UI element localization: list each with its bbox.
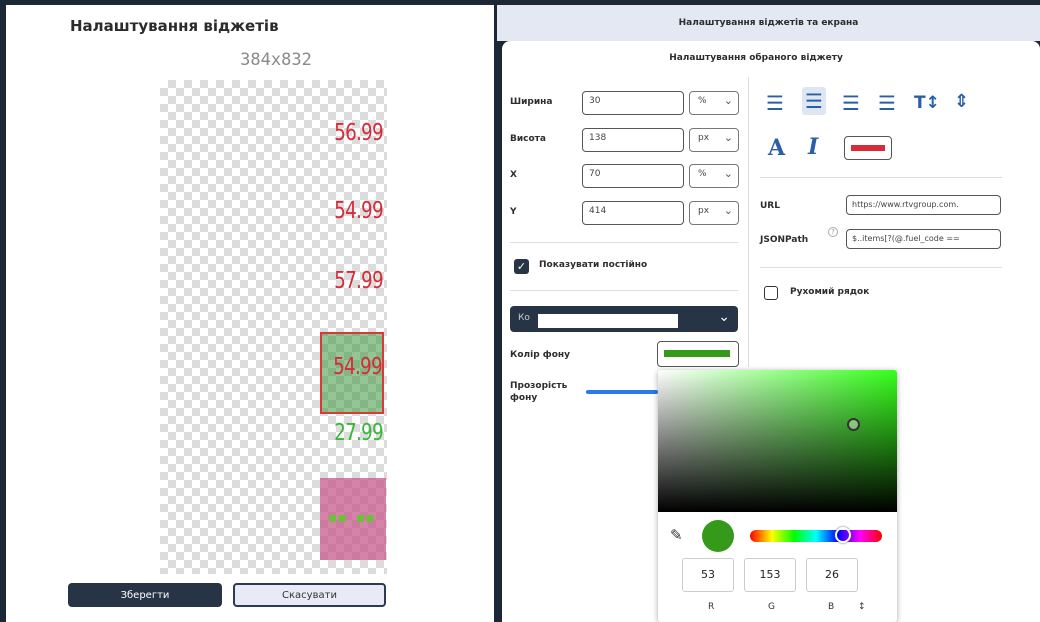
selected-widget[interactable]: 54.99 [320,332,384,414]
page-title: Налаштування віджетів [70,17,279,35]
show-always-label: Показувати постійно [539,260,648,270]
divider [760,267,1002,268]
price-widget-1[interactable]: 56.99 [334,120,383,146]
pink-widget[interactable]: ▪▪ ▪▪ [320,478,386,560]
widget-type-select[interactable]: Ко ⌄ [510,306,738,332]
y-input[interactable]: 414 [582,201,684,225]
save-button[interactable]: Зберегти [68,583,222,607]
cancel-button[interactable]: Скасувати [233,583,386,607]
red-label: R [708,602,715,612]
color-picker: ✎ 53 153 26 R G B ↕ [658,370,897,622]
divider [510,290,738,291]
chevron-down-icon: ⌄ [718,309,730,325]
vertical-align-icon[interactable]: ⇕ [954,91,969,112]
align-left-icon[interactable]: ☰ [766,91,784,115]
font-size-icon[interactable]: T↕ [914,93,940,113]
preview-canvas[interactable]: 56.99 54.99 57.99 54.99 27.99 ▪▪ ▪▪ [160,80,387,574]
text-color-button[interactable] [844,136,892,160]
right-panel-header: Налаштування віджетів та екрана [497,5,1040,41]
height-label: Висота [510,134,546,144]
green-label: G [768,602,775,612]
widget-glyph: ▪▪ [328,510,347,526]
ticker-checkbox[interactable] [764,286,778,300]
widget-settings-panel: Налаштування віджетів 384x832 56.99 54.9… [6,5,494,622]
url-input[interactable]: https://www.rtvgroup.com. [846,195,1001,215]
width-unit-select[interactable]: % [689,91,739,115]
align-right-icon[interactable]: ☰ [842,91,860,115]
redaction-mask [538,314,678,328]
italic-icon[interactable]: I [808,134,818,160]
price-widget-3[interactable]: 57.99 [334,268,383,294]
text-color-swatch [851,145,885,151]
saturation-cursor[interactable] [847,418,860,431]
x-unit-select[interactable]: % [689,164,739,188]
y-unit-select[interactable]: px [689,201,739,225]
hue-slider[interactable] [750,530,882,542]
bg-color-label: Колір фону [510,350,570,360]
blue-input[interactable]: 26 [806,558,858,592]
jsonpath-input[interactable]: $..items[?(@.fuel_code == [846,229,1001,249]
x-input[interactable]: 70 [582,164,684,188]
jsonpath-label: JSONPath [760,235,809,245]
widget-type-value: Ко [518,313,530,323]
bg-color-button[interactable] [657,341,739,367]
green-input[interactable]: 153 [744,558,796,592]
blue-label: B [828,602,835,612]
text-style-icon[interactable]: A [768,135,785,161]
saturation-value-area[interactable] [658,370,897,512]
x-label: X [510,170,517,180]
info-icon[interactable]: ? [828,227,838,237]
format-toggle-icon[interactable]: ↕ [858,602,866,612]
price-widget-2[interactable]: 54.99 [334,198,383,224]
column-divider [748,77,749,367]
height-unit-select[interactable]: px [689,128,739,152]
align-center-icon[interactable]: ☰ [802,87,826,115]
show-always-checkbox[interactable]: ✓ [514,259,529,274]
height-input[interactable]: 138 [582,128,684,152]
price-widget-4[interactable]: 27.99 [334,420,383,446]
divider [510,242,738,243]
hue-slider-thumb[interactable] [835,527,851,543]
ticker-label: Рухомий рядок [790,287,870,297]
red-input[interactable]: 53 [682,558,734,592]
section-title: Налаштування обраного віджету [669,53,843,63]
align-justify-icon[interactable]: ☰ [878,91,896,115]
bg-color-swatch [664,350,730,357]
eyedropper-icon[interactable]: ✎ [670,526,683,544]
bg-opacity-label: Прозорість фону [510,381,568,403]
divider [760,177,1002,178]
y-label: Y [510,207,517,217]
width-label: Ширина [510,97,553,107]
resolution-label: 384x832 [240,50,312,70]
color-preview [702,520,734,552]
width-input[interactable]: 30 [582,91,684,115]
widget-glyph: ▪▪ [356,510,375,526]
url-label: URL [760,201,780,211]
bg-opacity-slider[interactable] [586,390,658,394]
selected-widget-price: 54.99 [333,354,382,380]
